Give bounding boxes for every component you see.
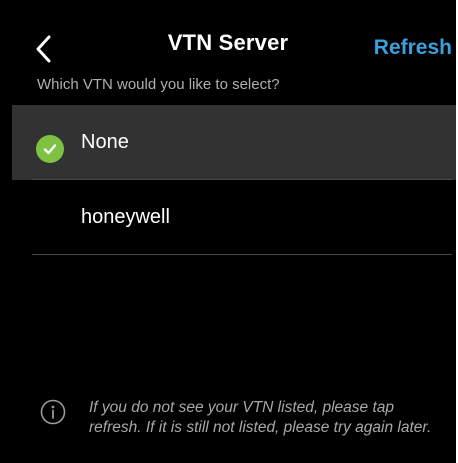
info-circle-icon <box>40 399 66 425</box>
refresh-button[interactable]: Refresh <box>374 36 452 60</box>
vtn-option-none[interactable]: None <box>12 105 456 180</box>
check-circle-icon <box>36 135 64 163</box>
info-message: If you do not see your VTN listed, pleas… <box>89 399 432 436</box>
vtn-option-honeywell[interactable]: honeywell <box>12 180 456 255</box>
vtn-server-screen: VTN Server Refresh Which VTN would you l… <box>0 0 456 463</box>
vtn-list: None honeywell <box>12 105 456 255</box>
list-divider <box>32 254 452 255</box>
vtn-option-label: honeywell <box>81 206 170 228</box>
vtn-option-label: None <box>81 131 129 153</box>
page-subtitle: Which VTN would you like to select? <box>37 76 280 93</box>
